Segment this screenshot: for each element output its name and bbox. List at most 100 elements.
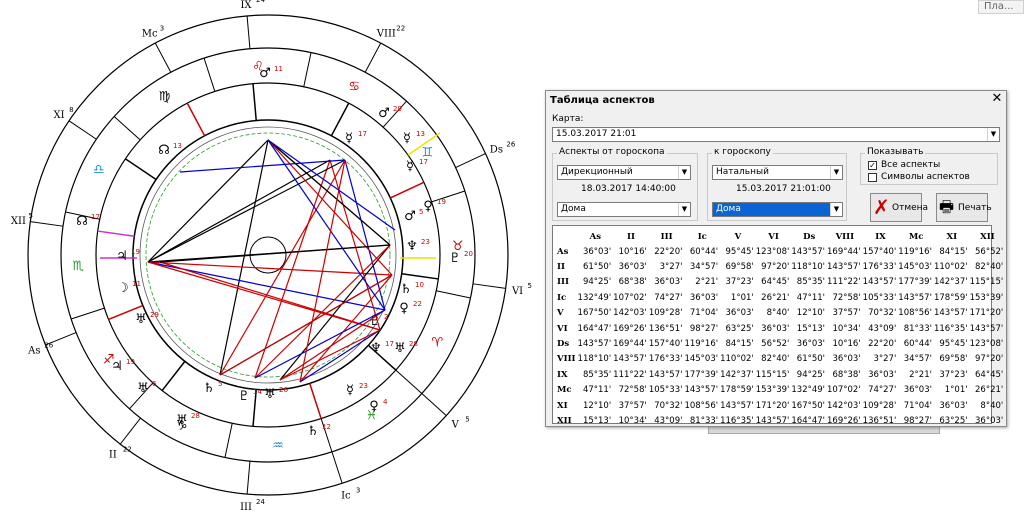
table-cell: 85°35'	[796, 277, 826, 288]
chevron-down-icon[interactable]: ▼	[678, 203, 690, 216]
row-header: Ic	[557, 292, 567, 303]
table-cell: 64°45'	[761, 277, 790, 288]
column-header: XI	[946, 231, 958, 242]
planet-degree: 29	[150, 311, 159, 319]
chevron-down-icon[interactable]: ▼	[830, 203, 842, 216]
planet-degree: 5	[218, 380, 222, 388]
house-label: Ic	[341, 491, 351, 502]
row-header: V	[557, 308, 564, 319]
house-label: IX	[240, 0, 252, 11]
table-cell: 36°03'	[832, 354, 861, 365]
table-cell: 43°09'	[868, 323, 897, 334]
table-cell: 142°03'	[613, 308, 647, 319]
planet-glyph: ☿	[346, 383, 354, 398]
table-cell: 36°03'	[939, 400, 968, 411]
table-cell: 98°27'	[689, 323, 719, 334]
table-cell: 153°39'	[755, 385, 790, 396]
planet-glyph: ♅	[135, 312, 147, 327]
table-cell: 26°21'	[975, 385, 1004, 396]
house-cusp-line-outer	[119, 417, 141, 445]
house-cusp-line	[186, 102, 206, 137]
table-cell: 37°23'	[939, 369, 968, 380]
from-type-select[interactable]: Дирекционный ▼	[557, 165, 691, 180]
table-cell: 115°15'	[969, 277, 1004, 288]
table-cell: 111°22'	[613, 369, 647, 380]
table-cell: 97°20'	[761, 262, 790, 273]
map-label: Карта:	[552, 114, 584, 124]
table-cell: 1°01'	[730, 292, 754, 303]
zodiac-sign-glyph: ♈	[431, 335, 443, 350]
table-cell: 10°34'	[618, 415, 647, 426]
table-row: XI 12°10' 37°57' 70°32' 108°56' 143°57' 171°20…	[555, 398, 1005, 413]
aspect-symbols-checkbox[interactable]	[868, 173, 877, 182]
table-cell: 61°50'	[796, 354, 826, 365]
chevron-down-icon[interactable]: ▼	[830, 166, 842, 179]
print-button[interactable]: 🖶 Печать	[936, 193, 992, 222]
table-cell: 12°10'	[796, 308, 826, 319]
planet-glyph: ♂	[259, 66, 271, 81]
planet-glyph: ♅	[264, 387, 276, 402]
to-type-select[interactable]: Натальный ▼	[712, 165, 843, 180]
column-header: V	[734, 231, 742, 242]
planet-degree: 11	[132, 280, 141, 288]
close-icon[interactable]: ✕	[990, 92, 1004, 106]
all-aspects-checkbox[interactable]: ✓	[868, 161, 877, 170]
planet-glyph: ♆	[406, 239, 418, 254]
cancel-button[interactable]: ✗ Отмена	[870, 193, 928, 222]
planet-degree: 6	[152, 380, 157, 388]
chevron-down-icon[interactable]: ▼	[987, 128, 999, 141]
table-cell: 72°58'	[832, 292, 861, 303]
from-group-title: Аспекты от гороскопа	[557, 147, 667, 157]
table-cell: 81°33'	[903, 323, 932, 334]
planet-degree: 20	[464, 250, 473, 258]
table-cell: 64°45'	[975, 369, 1004, 380]
house-cusp-line-outer	[421, 393, 447, 416]
house-cusp-line	[390, 181, 425, 199]
planet-glyph: ☊	[76, 214, 88, 229]
to-date: 15.03.2017 21:01:00	[736, 184, 831, 194]
planet-degree: 19	[126, 358, 135, 366]
table-cell: 116°35'	[933, 323, 968, 334]
planet-degree: 2	[384, 313, 388, 321]
column-header: IX	[875, 231, 886, 242]
table-cell: 143°57'	[933, 308, 968, 319]
from-mode-value: Дома	[561, 204, 586, 214]
sign-divider	[303, 52, 312, 87]
table-cell: 123°08'	[755, 246, 790, 257]
to-mode-select[interactable]: Дома ▼	[712, 202, 843, 217]
planet-degree: 19	[437, 198, 446, 206]
table-row: IX 85°35' 111°22' 143°57' 177°39' 142°37' 115°…	[555, 367, 1005, 382]
from-mode-select[interactable]: Дома ▼	[557, 202, 691, 217]
house-cusp-line-outer	[68, 120, 97, 140]
table-cell: 60°44'	[903, 339, 932, 350]
top-right-button[interactable]: Пла...	[978, 0, 1024, 14]
map-select[interactable]: 15.03.2017 21:01 ▼	[552, 127, 1000, 142]
table-cell: 70°32'	[868, 308, 897, 319]
row-header: XI	[557, 400, 568, 411]
house-label-degree: 8	[69, 106, 73, 114]
corner-cell	[555, 229, 578, 244]
chevron-down-icon[interactable]: ▼	[678, 166, 690, 179]
house-label-degree: 3	[160, 24, 164, 32]
table-cell: 47°11'	[796, 292, 826, 303]
table-cell: 110°02'	[933, 262, 968, 273]
table-cell: 177°39'	[898, 277, 932, 288]
table-cell: 169°26'	[613, 323, 647, 334]
table-cell: 105°33'	[862, 292, 897, 303]
planet-glyph: ♄	[307, 424, 319, 439]
from-date: 18.03.2017 14:40:00	[581, 184, 676, 194]
map-select-value: 15.03.2017 21:01	[556, 129, 637, 139]
column-header: III	[660, 231, 673, 242]
table-cell: 169°44'	[613, 339, 647, 350]
table-cell: 108°56'	[684, 400, 719, 411]
table-cell: 37°57'	[618, 400, 647, 411]
aspects-table: As II III Ic V VI Ds VIII IX Mc XI XII As 36°03' 10°1…	[552, 225, 1003, 426]
table-cell: 36°03'	[975, 415, 1004, 426]
table-cell: 98°27'	[903, 415, 932, 426]
house-cusp-line-outer	[331, 451, 343, 484]
table-cell: 34°57'	[689, 262, 719, 273]
table-cell: 10°16'	[618, 246, 647, 257]
table-cell: 177°39'	[684, 369, 719, 380]
table-cell: 15°13'	[796, 323, 826, 334]
table-cell: 119°16'	[898, 246, 932, 257]
